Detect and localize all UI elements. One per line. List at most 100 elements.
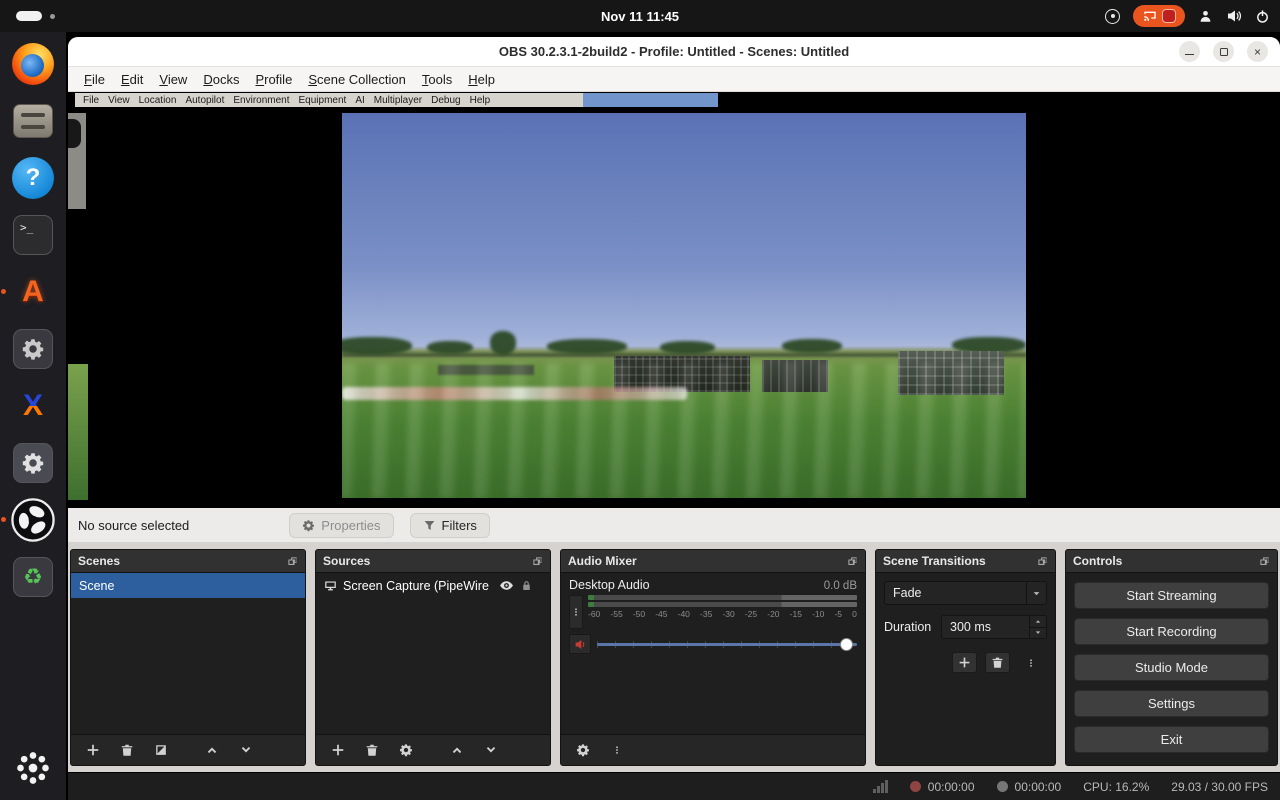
obs-window: OBS 30.2.3.1-2build2 - Profile: Untitled… — [68, 37, 1280, 800]
menu-docks[interactable]: Docks — [195, 69, 247, 90]
lock-icon[interactable] — [520, 579, 533, 592]
maximize-button[interactable] — [1213, 41, 1234, 62]
float-dock-icon[interactable] — [847, 556, 858, 567]
remove-scene-button[interactable] — [114, 740, 139, 761]
start-streaming-button[interactable]: Start Streaming — [1074, 582, 1269, 609]
workspace-pill — [16, 11, 42, 21]
source-list-item[interactable]: Screen Capture (PipeWire — [316, 573, 550, 598]
source-status-text: No source selected — [78, 517, 190, 533]
visibility-eye-icon[interactable] — [499, 578, 514, 593]
scene-filters-button[interactable] — [148, 740, 173, 761]
screencast-icon — [1143, 11, 1156, 21]
workspace-dot — [50, 13, 55, 19]
menu-tools[interactable]: Tools — [414, 69, 460, 90]
float-dock-icon[interactable] — [1259, 556, 1270, 567]
running-indicator-dot — [1, 517, 6, 522]
dock-firefox-icon[interactable] — [9, 40, 57, 88]
properties-button[interactable]: Properties — [289, 512, 394, 538]
float-dock-icon[interactable] — [287, 556, 298, 567]
scene-transitions-header: Scene Transitions — [876, 550, 1055, 573]
advanced-audio-button[interactable] — [570, 740, 595, 761]
dock-tweaks-gear-icon[interactable] — [9, 439, 57, 487]
add-transition-button[interactable] — [952, 652, 977, 673]
mixer-menu-button[interactable] — [604, 740, 629, 761]
dock-file-cabinet-icon[interactable] — [9, 97, 57, 145]
kebab-icon — [1029, 658, 1032, 667]
dropdown-arrow-icon[interactable] — [1026, 582, 1046, 604]
fps-indicator: 29.03 / 30.00 FPS — [1171, 779, 1268, 794]
menu-scene-collection[interactable]: Scene Collection — [300, 69, 414, 90]
scenes-panel: Scenes Scene — [70, 549, 306, 766]
dock-terminal-icon[interactable]: >_ — [9, 211, 57, 259]
dock-obs-studio-icon[interactable] — [1, 496, 57, 544]
add-source-button[interactable] — [325, 740, 350, 761]
clock[interactable]: Nov 11 11:45 — [601, 0, 679, 32]
volume-slider-knob[interactable] — [839, 637, 853, 651]
tree — [547, 339, 627, 354]
filters-button[interactable]: Filters — [409, 512, 490, 538]
capture-menu-item: File — [83, 94, 100, 106]
menu-view[interactable]: View — [151, 69, 195, 90]
preview-canvas[interactable]: File View Location Autopilot Environment… — [68, 92, 1280, 508]
channel-menu-button[interactable] — [569, 595, 583, 629]
screencast-pill[interactable] — [1133, 5, 1185, 27]
capture-menu-item: Multiplayer — [373, 94, 423, 106]
remove-transition-button[interactable] — [985, 652, 1010, 673]
dock-software-recycler-icon[interactable]: ♻ — [9, 553, 57, 601]
tree — [342, 337, 412, 355]
scene-list-item[interactable]: Scene — [71, 573, 305, 598]
dock-x-app-icon[interactable]: X X — [9, 382, 57, 430]
dock-help-icon[interactable]: ? — [9, 154, 57, 202]
menu-file[interactable]: File — [76, 69, 113, 90]
settings-button[interactable]: Settings — [1074, 690, 1269, 717]
tree — [490, 331, 516, 355]
dock-settings-icon[interactable] — [9, 325, 57, 373]
menu-profile[interactable]: Profile — [247, 69, 300, 90]
workspace-indicator[interactable] — [16, 0, 55, 32]
float-dock-icon[interactable] — [1037, 556, 1048, 567]
mute-button[interactable] — [569, 634, 591, 654]
screenshare-person-icon[interactable] — [1198, 9, 1213, 24]
controls-header: Controls — [1066, 550, 1277, 573]
transition-menu-button[interactable] — [1018, 652, 1043, 673]
move-scene-up-button[interactable] — [199, 740, 224, 761]
float-dock-icon[interactable] — [532, 556, 543, 567]
duration-spinbox[interactable]: 300 ms — [941, 615, 1047, 639]
menu-help[interactable]: Help — [460, 69, 503, 90]
meter-scale: -60 -55 -50 -45 -40 -35 -30 -25 -20 -15 -10 -5 0 — [588, 609, 857, 619]
volume-icon[interactable] — [1226, 8, 1242, 24]
titlebar: OBS 30.2.3.1-2build2 - Profile: Untitled… — [68, 37, 1280, 67]
audio-mixer-header: Audio Mixer — [561, 550, 865, 573]
recording-status-dot — [909, 781, 921, 792]
start-recording-button[interactable]: Start Recording — [1074, 618, 1269, 645]
scenes-header: Scenes — [71, 550, 305, 573]
power-icon[interactable] — [1255, 9, 1270, 24]
move-source-down-button[interactable] — [478, 740, 503, 761]
move-scene-down-button[interactable] — [233, 740, 258, 761]
capture-menu-item: View — [108, 94, 130, 106]
recording-timer: 00:00:00 — [927, 779, 975, 794]
transition-select[interactable]: Fade — [884, 581, 1047, 605]
dock-show-apps-icon[interactable] — [9, 744, 57, 792]
capture-menu-item: Environment — [233, 94, 290, 106]
dock-orange-a-app-icon[interactable]: A — [1, 268, 57, 316]
spin-up-icon[interactable] — [1030, 616, 1046, 628]
studio-mode-button[interactable]: Studio Mode — [1074, 654, 1269, 681]
close-button[interactable]: × — [1247, 41, 1268, 62]
add-scene-button[interactable] — [80, 740, 105, 761]
filter-icon — [424, 520, 434, 530]
minimize-button[interactable] — [1179, 41, 1200, 62]
record-indicator-icon[interactable] — [1105, 8, 1120, 24]
spin-down-icon[interactable] — [1030, 628, 1046, 639]
menu-edit[interactable]: Edit — [113, 69, 151, 90]
kebab-icon — [575, 608, 577, 616]
volume-slider[interactable] — [597, 637, 857, 652]
remove-source-button[interactable] — [359, 740, 384, 761]
source-properties-button[interactable] — [393, 740, 418, 761]
ubuntu-dock: ? >_ A X X ♻ — [0, 32, 66, 800]
exit-button[interactable]: Exit — [1074, 726, 1269, 753]
tree — [782, 339, 842, 353]
gnome-topbar: Nov 11 11:45 — [0, 0, 1280, 32]
stop-recording-button[interactable] — [1161, 9, 1176, 23]
move-source-up-button[interactable] — [444, 740, 469, 761]
